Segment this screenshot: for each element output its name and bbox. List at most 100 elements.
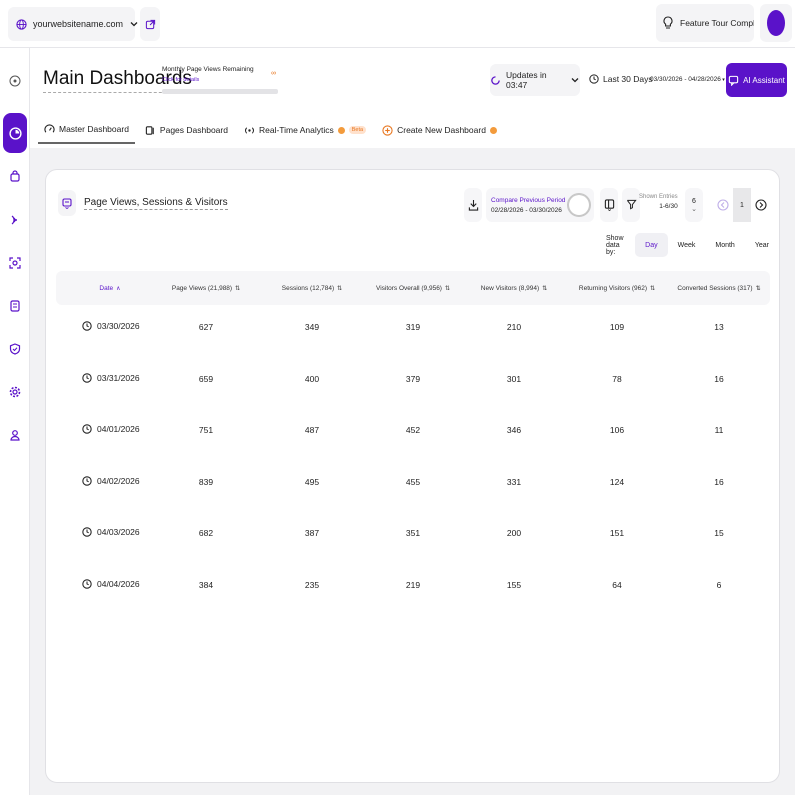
- period-year-button[interactable]: Year: [745, 233, 779, 257]
- period-day-button[interactable]: Day: [635, 233, 668, 257]
- avatar: [767, 10, 785, 36]
- signal-icon: [9, 214, 21, 226]
- table-cell: 106: [609, 425, 625, 435]
- gauge-icon: [44, 123, 55, 135]
- table-cell: 331: [506, 476, 522, 487]
- column-header-1[interactable]: Page Views (21,988) ⇅: [156, 271, 256, 305]
- rail-item-ecommerce[interactable]: [5, 164, 25, 188]
- table-row: 03/30/2026 627 349 319 210 109 13: [56, 317, 770, 369]
- column-header-2[interactable]: Sessions (12,784) ⇅: [262, 271, 362, 305]
- column-header-label: Page Views (21,988): [171, 284, 233, 292]
- entries-per-page-select[interactable]: 6 ⌄: [685, 188, 703, 222]
- feature-tour-button[interactable]: Feature Tour Complet...: [656, 4, 754, 42]
- table-cell: 751: [198, 425, 214, 435]
- table-cell: 349: [304, 322, 320, 332]
- card-title: Page Views, Sessions & Visitors: [84, 196, 228, 210]
- table-cell: 351: [405, 528, 421, 538]
- column-header-6[interactable]: Converted Sessions (317) ⇅: [664, 271, 774, 305]
- user-pin-icon: [9, 429, 21, 441]
- update-timer-dropdown[interactable]: Updates in 03:47: [490, 64, 580, 96]
- column-header-0[interactable]: Date ∧: [65, 271, 155, 305]
- tab-label: Real-Time Analytics: [258, 125, 334, 135]
- website-selector[interactable]: yourwebsitename.com: [8, 7, 138, 41]
- column-header-3[interactable]: Visitors Overall (9,956) ⇅: [363, 271, 463, 305]
- compare-period-control[interactable]: Compare Previous Period 02/28/2026 - 03/…: [486, 188, 594, 222]
- compare-period-range: 02/28/2026 - 03/30/2026: [491, 206, 562, 214]
- open-website-button[interactable]: [140, 7, 160, 41]
- filter-button[interactable]: [622, 188, 640, 222]
- table-cell: 13: [714, 322, 724, 332]
- table-cell: 387: [304, 528, 320, 538]
- show-data-by: Show data by: Day Week Month Year: [606, 233, 779, 257]
- date-range-picker[interactable]: 03/30/2026 - 04/28/2026 ▾: [650, 76, 725, 83]
- next-page-button[interactable]: [751, 188, 771, 222]
- user-menu-button[interactable]: [760, 4, 792, 42]
- date-value: 04/02/2026: [97, 475, 140, 486]
- rail-item-security[interactable]: [5, 337, 25, 361]
- shown-entries: Shown Entries 1-6/30: [639, 194, 678, 210]
- circle-dot-icon: [9, 75, 21, 87]
- column-header-label: Visitors Overall (9,956): [375, 284, 442, 292]
- clock-icon: [82, 475, 92, 486]
- tab-label: Master Dashboard: [59, 124, 129, 134]
- feature-tour-label: Feature Tour Complet...: [680, 18, 754, 28]
- period-month-button[interactable]: Month: [705, 233, 744, 257]
- card-menu-button[interactable]: [58, 190, 76, 216]
- column-header-5[interactable]: Returning Visitors (962) ⇅: [567, 271, 667, 305]
- sort-icon: ⇅: [444, 285, 451, 292]
- quota-progress-bar: [162, 89, 278, 94]
- previous-page-button[interactable]: [713, 188, 733, 222]
- date-value: 04/03/2026: [97, 527, 140, 537]
- column-header-4[interactable]: New Visitors (8,994) ⇅: [464, 271, 564, 305]
- tab-real-time-analytics[interactable]: Real-Time Analytics Beta: [238, 116, 372, 144]
- table-cell: 301: [506, 373, 522, 384]
- table-cell: 210: [506, 322, 522, 332]
- table-cell: 15: [714, 528, 724, 538]
- chevron-down-icon: [129, 19, 139, 29]
- rail-item-settings[interactable]: [5, 380, 25, 404]
- date-range-value: 03/30/2026 - 04/28/2026: [650, 76, 721, 83]
- compare-period-label: Compare Previous Period: [491, 196, 566, 204]
- rail-item-reports[interactable]: [5, 294, 25, 318]
- column-header-label: Date: [99, 284, 114, 292]
- table-cell: 155: [506, 579, 522, 590]
- lightbulb-icon: [662, 16, 674, 30]
- date-range-preset[interactable]: Last 30 Days: [589, 74, 653, 84]
- shopping-bag-icon: [9, 170, 21, 182]
- table-cell: 16: [714, 373, 724, 384]
- columns-button[interactable]: [600, 188, 618, 222]
- rail-item-realtime[interactable]: [5, 208, 25, 232]
- shown-entries-label: Shown Entries: [639, 194, 678, 200]
- column-header-label: Returning Visitors (962): [578, 284, 648, 292]
- tab-create-new-dashboard[interactable]: Create New Dashboard: [376, 116, 503, 144]
- sort-icon: ⇅: [755, 285, 761, 292]
- gear-icon: [9, 386, 21, 398]
- rail-toggle-button[interactable]: [5, 69, 25, 93]
- tab-master-dashboard[interactable]: Master Dashboard: [38, 116, 135, 144]
- column-header-label: Sessions (12,784): [281, 284, 335, 292]
- tab-pages-dashboard[interactable]: Pages Dashboard: [139, 116, 234, 144]
- ai-assistant-button[interactable]: AI Assistant: [726, 63, 787, 97]
- current-page[interactable]: 1: [733, 188, 751, 222]
- arrow-left-icon: [717, 199, 729, 211]
- quota-details-link[interactable]: Click for details: [162, 77, 278, 83]
- table-cell: 200: [506, 528, 522, 538]
- date-value: 03/31/2026: [97, 372, 140, 383]
- page-views-quota[interactable]: Monthly Page Views Remaining Click for d…: [162, 66, 278, 94]
- rail-item-dashboards[interactable]: [3, 113, 27, 153]
- rail-item-account[interactable]: [5, 423, 25, 447]
- sort-icon: ⇅: [650, 285, 656, 292]
- refresh-icon: [490, 75, 501, 86]
- clock-icon: [82, 578, 92, 589]
- table-cell: 400: [304, 373, 320, 384]
- table-cell: 109: [609, 322, 625, 332]
- table-cell: 839: [198, 476, 214, 487]
- export-button[interactable]: [464, 188, 482, 222]
- tab-label: Create New Dashboard: [397, 125, 486, 135]
- rail-item-heatmaps[interactable]: [5, 251, 25, 275]
- broadcast-icon: [244, 125, 255, 136]
- clock-icon: [589, 74, 599, 84]
- period-week-button[interactable]: Week: [668, 233, 706, 257]
- compare-period-toggle[interactable]: [567, 193, 591, 217]
- table-cell: 379: [405, 373, 421, 384]
